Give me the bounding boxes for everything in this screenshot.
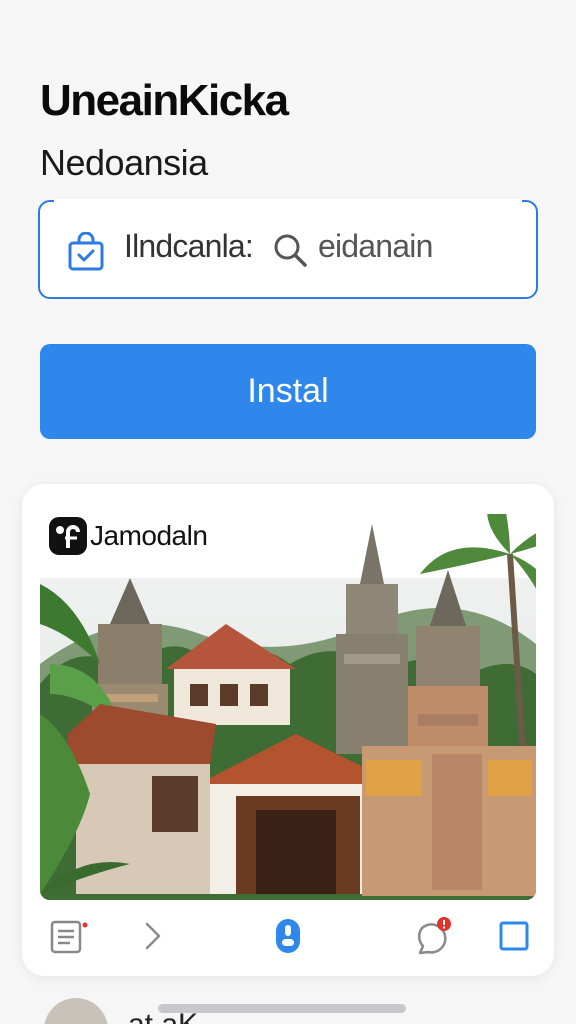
- chat-notification-icon[interactable]: [414, 916, 454, 956]
- mouse-icon[interactable]: [268, 916, 308, 956]
- app-logo-icon: [48, 516, 88, 556]
- search-label: Ilndcanla:: [124, 228, 254, 264]
- app-screen: UneainKicka Nedoansia Ilndcanla: eidanai…: [0, 0, 576, 1024]
- document-icon[interactable]: [48, 916, 88, 956]
- card-toolbar: [22, 908, 554, 964]
- post-card[interactable]: Jamodaln: [22, 484, 554, 976]
- page-title: UneainKicka: [40, 76, 289, 125]
- home-indicator[interactable]: [158, 1004, 406, 1013]
- post-photo[interactable]: [40, 514, 536, 900]
- install-button[interactable]: Instal: [40, 344, 536, 439]
- square-icon[interactable]: [494, 916, 534, 956]
- chevron-right-icon[interactable]: [132, 916, 172, 956]
- card-header: Jamodaln: [48, 516, 208, 556]
- magnifier-icon[interactable]: [272, 232, 308, 268]
- card-title: Jamodaln: [90, 520, 208, 551]
- page-subtitle: Nedoansia: [40, 142, 208, 183]
- shopping-bag-icon: [66, 231, 106, 272]
- search-value: eidanain: [318, 228, 433, 264]
- search-input[interactable]: Ilndcanla: eidanain: [38, 199, 538, 299]
- avatar: [44, 998, 108, 1024]
